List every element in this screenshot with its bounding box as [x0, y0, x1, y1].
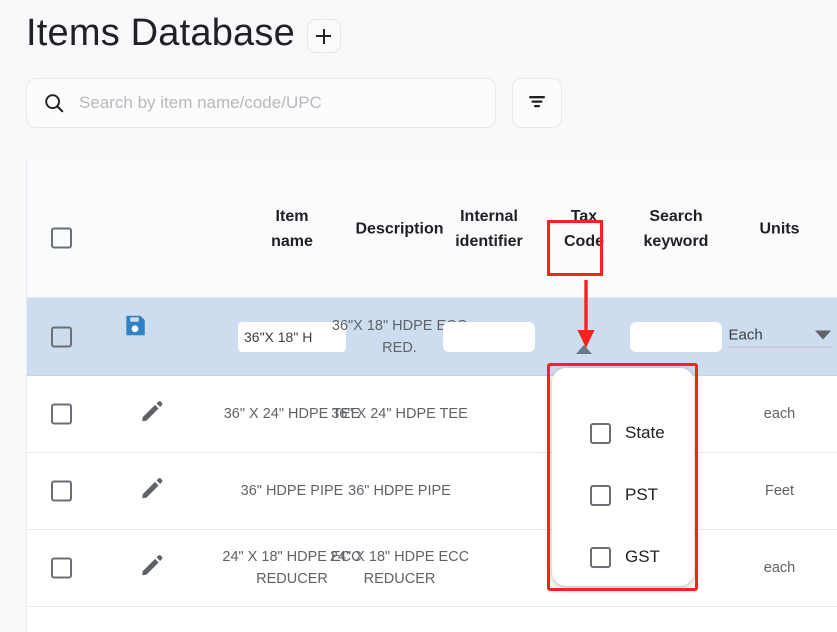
edit-pencil-icon[interactable] [139, 476, 165, 502]
column-header-internal-identifier[interactable]: Internal identifier [419, 204, 559, 254]
tax-option-gst-checkbox[interactable] [590, 546, 611, 568]
search-input[interactable] [79, 93, 479, 113]
tax-option-state-label: State [625, 423, 665, 442]
row-select-cell [51, 326, 77, 347]
row-select-cell [51, 557, 77, 579]
filter-icon [525, 89, 549, 118]
tax-option-state-checkbox[interactable] [590, 422, 611, 444]
column-header-internal-identifier-line1: Internal [460, 207, 518, 225]
column-header-units-label: Units [759, 220, 800, 237]
cell-internal-identifier-edit [419, 321, 559, 352]
column-header-internal-identifier-line2: identifier [455, 232, 523, 250]
cell-units: each [763, 406, 796, 422]
cell-description: 36" HDPE PIPE [348, 483, 451, 499]
cell-description: 24" X 18" HDPE ECC REDUCER [329, 549, 470, 587]
tax-option-pst-checkbox[interactable] [590, 484, 611, 506]
items-database-page: Items Database Search by item name/code/… [0, 0, 837, 632]
table-row: 36" HDPE PIPE 36" HDPE PIPE Feet [27, 453, 837, 530]
table-row: 24" X 18" HDPE ECC REDUCER 24" X 18" HDP… [27, 530, 837, 607]
tax-option-gst-label: GST [625, 547, 660, 566]
row-actions [122, 553, 182, 584]
tax-code-dropdown[interactable]: State PST GST [552, 368, 694, 586]
row-actions [122, 312, 266, 361]
column-header-search-keyword-line1: Search [649, 207, 703, 225]
column-header-search-keyword-line2: keyword [643, 232, 709, 250]
search-toolbar [26, 78, 562, 128]
table-row-edit: 36"X 18" HDPE ECC RED. Each [27, 298, 837, 376]
row-actions [122, 399, 182, 430]
cell-units: Feet [764, 483, 794, 499]
row-checkbox[interactable] [51, 403, 72, 425]
cell-search-keyword-edit [612, 321, 740, 352]
edit-pencil-icon[interactable] [139, 553, 165, 579]
tax-option-pst[interactable]: PST [552, 464, 694, 526]
plus-icon [316, 28, 332, 44]
tax-option-gst[interactable]: GST [552, 526, 694, 588]
row-checkbox[interactable] [51, 557, 72, 579]
units-select-value: Each [728, 326, 763, 343]
row-checkbox[interactable] [51, 326, 72, 347]
units-select[interactable]: Each [728, 326, 831, 347]
table-row: 36" X 24" HDPE TEE 36" X 24" HDPE TEE ea… [27, 376, 837, 453]
column-header-search-keyword[interactable]: Search keyword [612, 204, 740, 254]
internal-identifier-input[interactable] [443, 321, 535, 352]
search-box[interactable] [26, 78, 496, 128]
tax-option-pst-label: PST [625, 485, 659, 504]
items-table: Item name Description Internal identifie… [26, 160, 837, 632]
select-all-checkbox[interactable] [51, 227, 72, 249]
tax-option-state[interactable]: State [552, 402, 694, 464]
table-header-row: Item name Description Internal identifie… [27, 160, 837, 298]
chevron-down-icon [814, 330, 831, 339]
add-item-button[interactable] [306, 19, 341, 53]
page-title: Items Database [26, 12, 295, 54]
search-keyword-input[interactable] [630, 321, 722, 352]
row-select-cell [51, 480, 77, 502]
cell-description: 36" X 24" HDPE TEE [331, 406, 468, 422]
filter-button[interactable] [512, 78, 562, 128]
select-all-cell [51, 227, 77, 249]
search-icon [43, 92, 65, 114]
row-select-cell [51, 403, 77, 425]
cell-units-edit: Each [727, 326, 832, 347]
tax-code-dropdown-toggle[interactable] [576, 327, 592, 354]
column-header-units[interactable]: Units [727, 216, 832, 241]
row-actions [122, 476, 182, 507]
save-icon[interactable] [122, 312, 148, 338]
page-header: Items Database [26, 10, 341, 56]
row-checkbox[interactable] [51, 480, 72, 502]
cell-units: each [763, 560, 796, 576]
edit-pencil-icon[interactable] [139, 399, 165, 425]
